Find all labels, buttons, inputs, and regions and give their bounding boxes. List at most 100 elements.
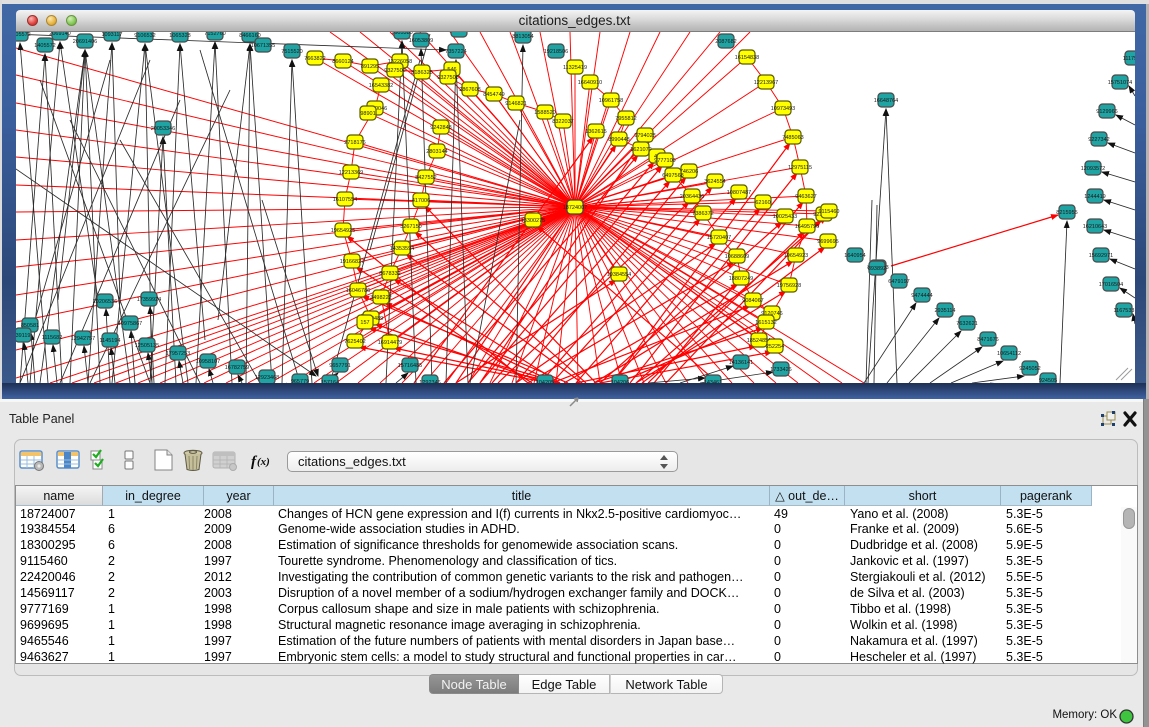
svg-text:17359924: 17359924 <box>137 297 161 303</box>
svg-text:19756928: 19756928 <box>777 283 801 289</box>
svg-text:252254: 252254 <box>766 344 784 350</box>
svg-text:3267150: 3267150 <box>400 224 421 230</box>
svg-text:15716485: 15716485 <box>398 363 422 369</box>
svg-text:20364436: 20364436 <box>680 194 704 200</box>
svg-text:16210643: 16210643 <box>1083 224 1107 230</box>
svg-text:2935114: 2935114 <box>934 308 955 314</box>
svg-text:7955812: 7955812 <box>615 116 636 122</box>
svg-text:1640954: 1640954 <box>844 253 865 259</box>
svg-text:19384554: 19384554 <box>607 272 631 278</box>
svg-text:10973493: 10973493 <box>771 106 795 112</box>
svg-text:8678332: 8678332 <box>379 271 400 277</box>
svg-text:16543382: 16543382 <box>369 83 393 89</box>
svg-text:8990448: 8990448 <box>608 137 629 143</box>
svg-text:7632621: 7632621 <box>956 321 977 327</box>
svg-text:98901: 98901 <box>360 111 375 117</box>
svg-text:17957253: 17957253 <box>166 351 190 357</box>
svg-text:1605380: 1605380 <box>391 32 412 36</box>
svg-text:15720407: 15720407 <box>707 235 731 241</box>
svg-text:8322037: 8322037 <box>552 119 573 125</box>
svg-text:1244419: 1244419 <box>1084 194 1105 200</box>
svg-text:10961758: 10961758 <box>599 98 623 104</box>
svg-text:6497568: 6497568 <box>662 173 683 179</box>
svg-text:10671355: 10671355 <box>251 43 275 49</box>
svg-text:16053809: 16053809 <box>409 38 433 44</box>
svg-text:15692971: 15692971 <box>1089 253 1113 259</box>
svg-text:10654112: 10654112 <box>997 351 1021 357</box>
svg-text:17016504: 17016504 <box>1099 282 1123 288</box>
svg-text:14136141: 14136141 <box>729 360 753 366</box>
svg-text:1733426: 1733426 <box>770 367 791 373</box>
svg-text:9245052: 9245052 <box>1019 366 1040 372</box>
svg-text:10975867: 10975867 <box>118 321 142 327</box>
svg-text:8660124: 8660124 <box>332 59 353 65</box>
svg-text:20691406: 20691406 <box>73 39 97 45</box>
svg-text:9327508: 9327508 <box>437 75 458 81</box>
svg-text:1145194: 1145194 <box>99 338 120 344</box>
svg-text:2803144: 2803144 <box>426 149 447 155</box>
svg-text:11325419: 11325419 <box>563 65 587 71</box>
svg-text:10688609: 10688609 <box>725 254 749 260</box>
svg-text:7485063: 7485063 <box>782 135 803 141</box>
svg-text:88130: 88130 <box>451 32 466 34</box>
svg-text:15751074: 15751074 <box>1108 80 1132 86</box>
svg-text:9129966: 9129966 <box>1096 109 1117 115</box>
svg-text:12213369: 12213369 <box>339 170 363 176</box>
svg-text:2087682: 2087682 <box>715 39 736 45</box>
svg-text:7152760: 7152760 <box>204 32 225 37</box>
svg-text:7625402: 7625402 <box>344 339 365 345</box>
svg-text:12942757: 12942757 <box>71 336 95 342</box>
svg-text:891295: 891295 <box>361 64 379 70</box>
svg-text:16640910: 16640910 <box>578 80 602 86</box>
svg-text:1362615: 1362615 <box>585 129 606 135</box>
svg-text:1093117: 1093117 <box>101 32 122 38</box>
svg-text:9657791: 9657791 <box>329 363 350 369</box>
svg-text:12213967: 12213967 <box>754 80 778 86</box>
svg-text:9474444: 9474444 <box>911 293 932 299</box>
svg-text:12505135: 12505135 <box>135 343 159 349</box>
svg-text:9242848: 9242848 <box>430 125 451 131</box>
svg-text:19654925: 19654925 <box>331 228 355 234</box>
svg-text:12923468: 12923468 <box>255 375 279 381</box>
svg-text:14353594: 14353594 <box>390 246 414 252</box>
svg-text:18807249: 18807249 <box>729 276 753 282</box>
svg-text:8454749: 8454749 <box>483 92 504 98</box>
svg-text:1065328: 1065328 <box>169 33 190 39</box>
svg-text:9106532: 9106532 <box>134 33 155 39</box>
svg-text:1117524: 1117524 <box>1123 56 1135 62</box>
svg-text:9463627: 9463627 <box>795 194 816 200</box>
svg-text:16914479: 16914479 <box>378 340 402 346</box>
svg-text:19654923: 19654923 <box>784 253 808 259</box>
svg-text:20053346: 20053346 <box>151 126 175 132</box>
svg-text:7515520: 7515520 <box>281 49 302 55</box>
svg-text:1115682: 1115682 <box>42 335 63 341</box>
svg-text:2718176: 2718176 <box>344 140 365 146</box>
svg-text:16495796: 16495796 <box>795 224 819 230</box>
svg-text:12093572: 12093572 <box>1081 166 1105 172</box>
svg-text:10807487: 10807487 <box>727 190 751 196</box>
svg-text:6479197: 6479197 <box>888 279 909 285</box>
svg-text:19166827: 19166827 <box>340 259 364 265</box>
svg-text:7357224: 7357224 <box>445 49 466 55</box>
svg-text:8186328: 8186328 <box>411 70 432 76</box>
svg-text:16154838: 16154838 <box>735 55 759 61</box>
svg-text:7663822: 7663822 <box>304 56 325 62</box>
svg-text:1615132: 1615132 <box>755 320 776 326</box>
svg-text:2867608: 2867608 <box>459 87 480 93</box>
svg-text:8471676: 8471676 <box>977 337 998 343</box>
svg-text:39119: 39119 <box>16 333 30 339</box>
svg-text:(x): (x) <box>257 456 270 468</box>
svg-text:1167533: 1167533 <box>1113 308 1134 314</box>
svg-text:62160: 62160 <box>755 200 770 206</box>
svg-text:893892: 893892 <box>868 266 886 272</box>
svg-text:9777109: 9777109 <box>654 158 675 164</box>
svg-text:8813054: 8813054 <box>512 34 533 40</box>
svg-text:12975115: 12975115 <box>788 165 812 171</box>
svg-text:13300275: 13300275 <box>521 218 545 224</box>
svg-text:9146821: 9146821 <box>505 101 526 107</box>
svg-text:417006: 417006 <box>412 198 430 204</box>
svg-text:16046786: 16046786 <box>346 288 370 294</box>
svg-text:9115460: 9115460 <box>818 209 839 215</box>
svg-text:3624554: 3624554 <box>704 179 725 185</box>
svg-text:2069140: 2069140 <box>49 32 70 37</box>
